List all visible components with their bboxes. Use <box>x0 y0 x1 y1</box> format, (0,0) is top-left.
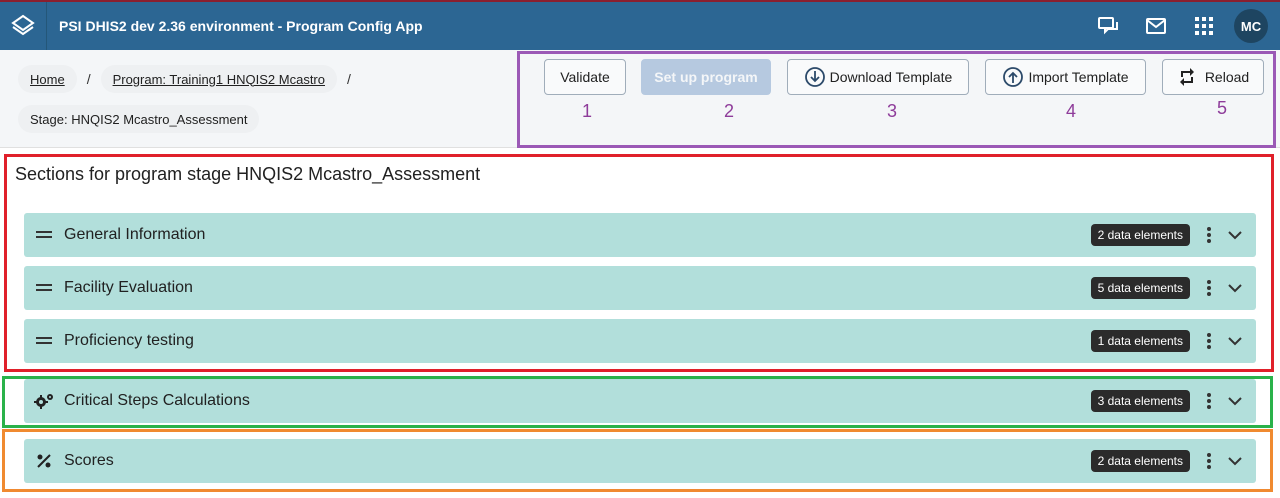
annotation-box-critical-steps <box>2 376 1273 428</box>
breadcrumb-separator: / <box>86 71 91 87</box>
dhis2-logo-icon[interactable] <box>0 2 47 50</box>
apps-grid-icon[interactable] <box>1180 2 1228 50</box>
top-header-bar: PSI DHIS2 dev 2.36 environment - Program… <box>0 0 1280 50</box>
breadcrumb-separator: / <box>346 71 351 87</box>
interpretations-icon[interactable] <box>1084 2 1132 50</box>
annotation-box-scores <box>2 429 1273 492</box>
breadcrumb-home-link[interactable]: Home <box>18 65 77 93</box>
breadcrumb-program-link[interactable]: Program: Training1 HNQIS2 Mcastro <box>100 65 337 93</box>
breadcrumb: Home / Program: Training1 HNQIS2 Mcastro… <box>18 64 508 134</box>
annotation-box-toolbar <box>517 51 1276 148</box>
messages-icon[interactable] <box>1132 2 1180 50</box>
app-title: PSI DHIS2 dev 2.36 environment - Program… <box>59 18 423 34</box>
annotation-box-sections <box>4 154 1274 372</box>
breadcrumb-stage: Stage: HNQIS2 Mcastro_Assessment <box>18 105 260 133</box>
user-avatar[interactable]: MC <box>1234 9 1268 43</box>
